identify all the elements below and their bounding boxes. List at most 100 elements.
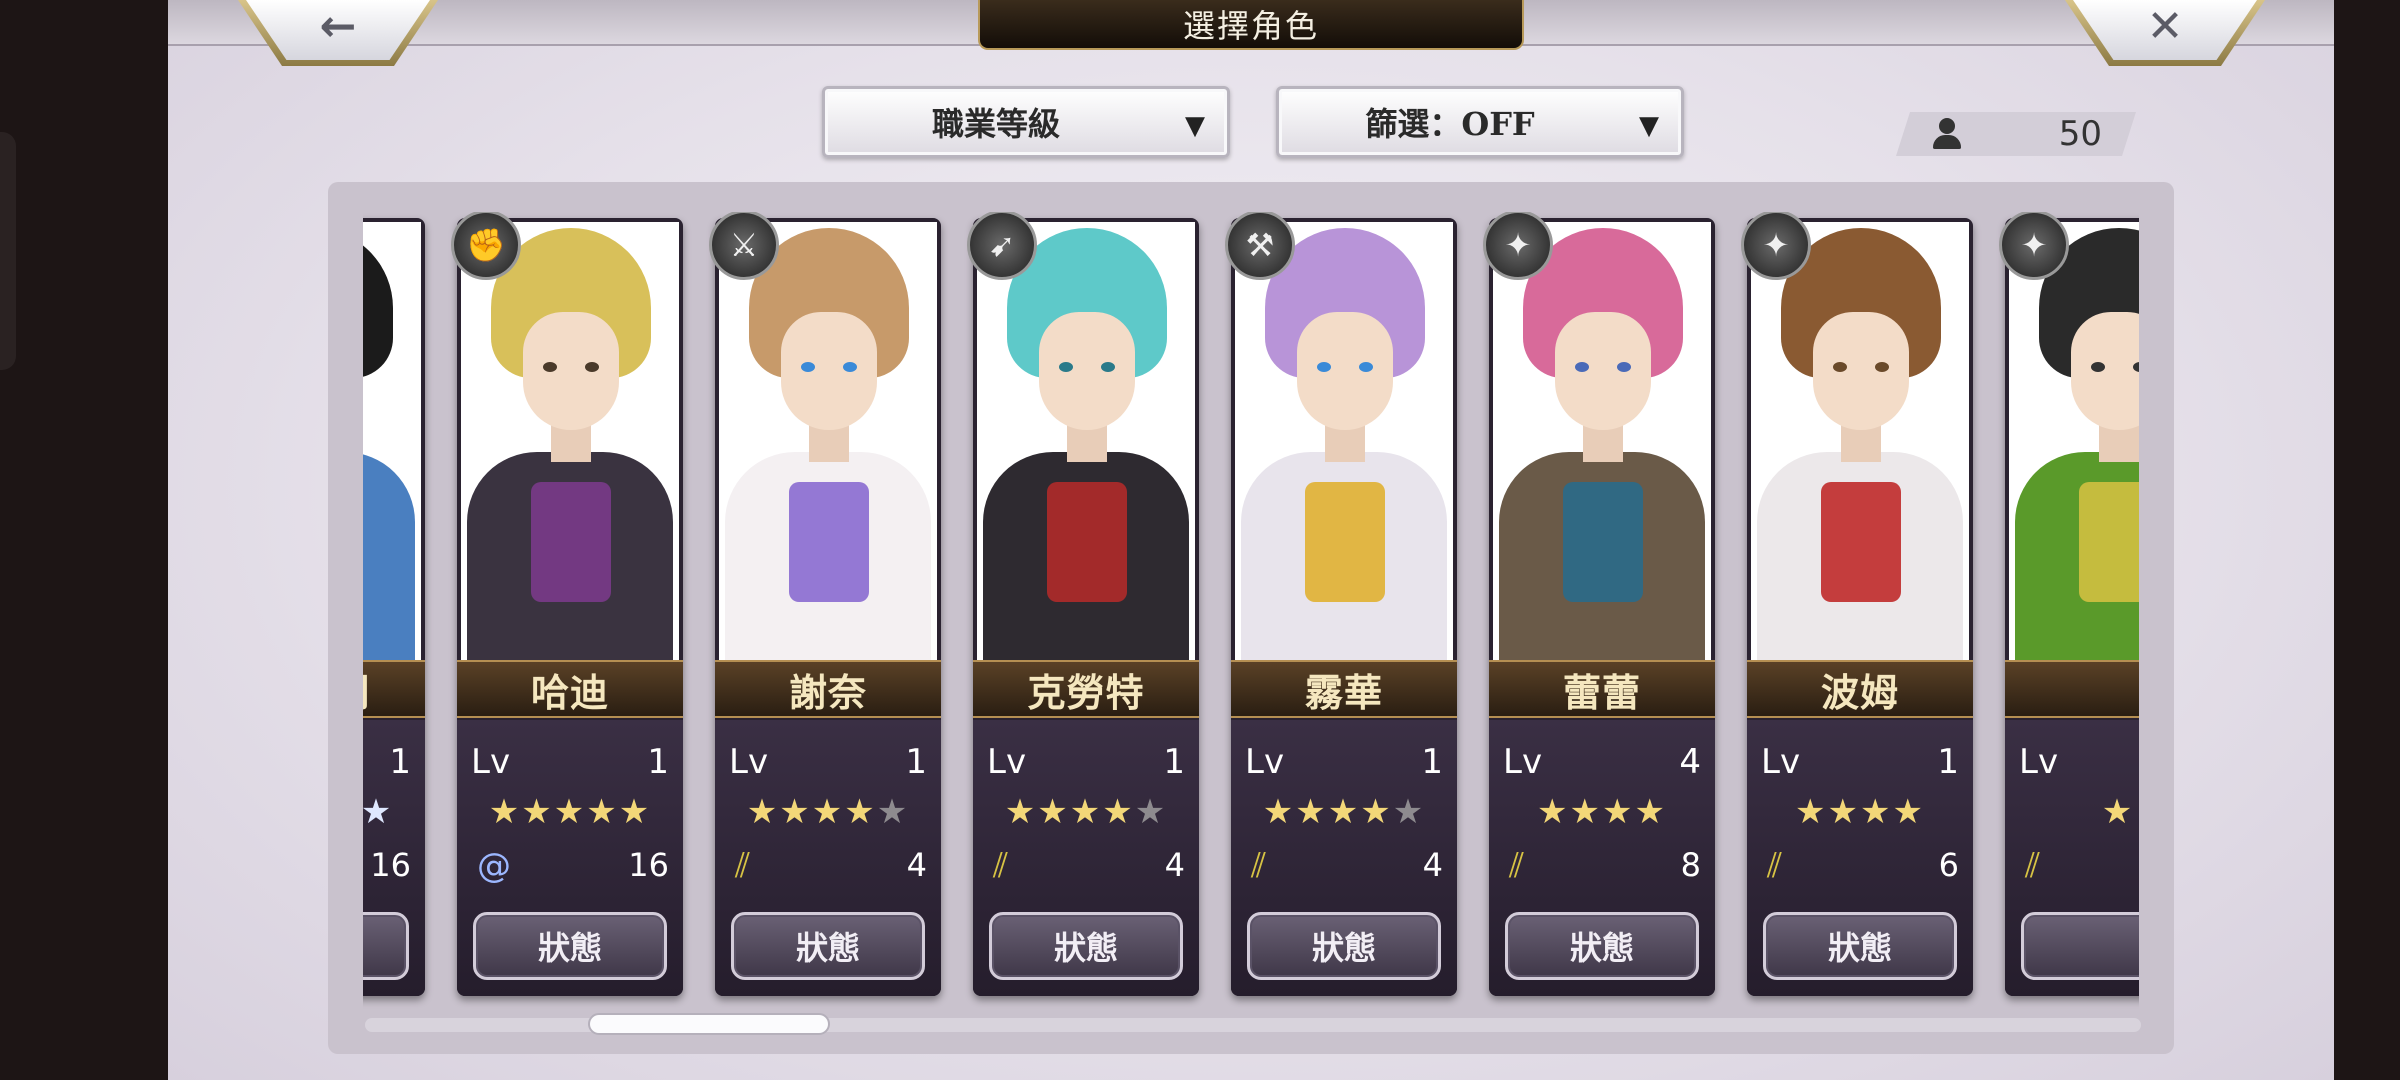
level-value: 1 [1163, 742, 1185, 782]
status-button-label: 狀態 [1311, 929, 1376, 967]
character-card[interactable]: 哈迪 Lv 1 ★★★★★ @16 狀態 [457, 218, 683, 996]
star-icon: ★ [844, 792, 877, 832]
element-value: 4 [1164, 846, 1185, 884]
star-icon: ★ [363, 792, 394, 832]
star-icon: ★ [779, 792, 812, 832]
character-card[interactable]: 霧華 Lv 1 ★★★★★ ⫽ 4 狀態 [1231, 218, 1457, 996]
character-name: 克勞特 [1027, 669, 1145, 715]
star-icon: ★ [1569, 792, 1602, 832]
element-row: ⫽ 4 [729, 846, 927, 886]
star-icon: ★ [1892, 792, 1925, 832]
star-icon: ★ [2101, 792, 2135, 832]
close-icon: ✕ [2073, 0, 2257, 60]
level-value: 4 [1679, 742, 1701, 782]
portrait-outfit [363, 452, 415, 660]
character-card[interactable]: 波姆 Lv 1 ★★★★ ⫽ 6 狀態 [1747, 218, 1973, 996]
character-card-list[interactable]: 貝特朗1★★★★★16狀態哈迪Lv1★★★★★@16狀態✊謝奈Lv1★★★★★⫽… [363, 212, 2139, 1012]
portrait-eye [1101, 362, 1115, 372]
level-row: Lv 1 [471, 742, 669, 782]
star-icon: ★ [618, 792, 652, 832]
element-row: 16 [363, 846, 411, 886]
level-row: 1 [363, 742, 411, 782]
page-title: 選擇角色 [1182, 7, 1319, 45]
character-card[interactable]: 蕾蕾 Lv 4 ★★★★ ⫽ 8 狀態 [1489, 218, 1715, 996]
star-icon: ★ [1634, 792, 1667, 832]
portrait-eye [1059, 362, 1073, 372]
portrait-eye [1833, 362, 1847, 372]
star-icon: ★ [1795, 792, 1828, 832]
back-button[interactable]: ← [238, 0, 438, 66]
right-bezel [2334, 0, 2400, 1080]
portrait-eye [2091, 362, 2105, 372]
level-value: 1 [1421, 742, 1443, 782]
character-stats: Lv 1 ★★★★ ⫽ 6 狀態 [1747, 720, 1973, 996]
status-button[interactable]: 狀態 [473, 912, 667, 980]
chevron-down-icon: ▼ [1185, 111, 1205, 141]
star-icon: ★ [1004, 792, 1038, 832]
bow-class-icon: ➹ [967, 212, 1037, 280]
status-button[interactable]: 狀態 [1505, 912, 1699, 980]
level-value: 1 [389, 742, 411, 782]
star-rating: ★★★★★ [363, 792, 425, 832]
portrait-eye [585, 362, 599, 372]
star-rating: ★★★★★ [457, 792, 683, 832]
character-name-band: 哈迪 [457, 660, 683, 718]
character-name: 哈迪 [530, 669, 609, 715]
portrait-eye [1317, 362, 1331, 372]
star-icon: ★ [488, 792, 522, 832]
level-label: Lv [1761, 742, 1801, 782]
status-button[interactable]: 狀態 [363, 912, 409, 980]
status-button[interactable]: 狀態 [731, 912, 925, 980]
star-icon: ★ [1360, 792, 1393, 832]
portrait-accent [1821, 482, 1901, 602]
character-portrait [1493, 222, 1711, 660]
element-row: ⫽ 4 [987, 846, 1185, 886]
level-row: Lv 4 [1503, 742, 1701, 782]
character-card[interactable]: 克勞特 Lv 1 ★★★★★ ⫽ 4 狀態 [973, 218, 1199, 996]
character-name: 蕾蕾 [1562, 669, 1641, 715]
filter-dropdown[interactable]: 篩選：OFF ▼ [1276, 86, 1684, 158]
level-row: Lv [2019, 742, 2139, 782]
star-rating: ★★★★ [1747, 792, 1973, 832]
staff-class-icon: ✦ [1483, 212, 1553, 280]
portrait-eye [843, 362, 857, 372]
portrait-eye [1359, 362, 1373, 372]
status-button-label: 狀態 [795, 929, 860, 967]
character-stats: Lv 4 ★★★★ ⫽ 8 狀態 [1489, 720, 1715, 996]
portrait-eye [1875, 362, 1889, 372]
status-button-label: 狀態 [1569, 929, 1634, 967]
status-button[interactable]: 狀態 [1247, 912, 1441, 980]
level-label: Lv [987, 742, 1027, 782]
level-label: Lv [471, 742, 511, 782]
level-label: Lv [729, 742, 769, 782]
star-icon: ★ [1537, 792, 1570, 832]
portrait-accent [1305, 482, 1385, 602]
element-value: 16 [628, 846, 669, 884]
wind-element-icon: ⫽ [1509, 846, 1525, 886]
character-name: 霧華 [1304, 669, 1383, 715]
character-card[interactable]: 謝奈 Lv 1 ★★★★★ ⫽ 4 狀態 [715, 218, 941, 996]
portrait-face [523, 312, 619, 430]
scrollbar-thumb[interactable] [588, 1013, 830, 1035]
status-button[interactable]: 狀態 [1763, 912, 1957, 980]
character-portrait [977, 222, 1195, 660]
character-card[interactable]: 貝特朗 1 ★★★★★ 16 狀態 [363, 218, 425, 996]
element-row: ⫽ 6 [1761, 846, 1959, 886]
portrait-face [781, 312, 877, 430]
star-icon: ★ [1327, 792, 1361, 832]
sort-dropdown[interactable]: 職業等級 ▼ [822, 86, 1230, 158]
portrait-hair [363, 228, 393, 378]
portrait-face [1039, 312, 1135, 430]
character-card[interactable]: Lv ★ ⫽ [2005, 218, 2139, 996]
status-button[interactable] [2021, 912, 2139, 980]
level-label: Lv [1503, 742, 1543, 782]
character-stats: Lv 1 ★★★★★ ⫽ 4 狀態 [973, 720, 1199, 996]
hammer-class-icon: ⚒ [1225, 212, 1295, 280]
star-rating: ★★★★★ [715, 792, 941, 832]
status-button[interactable]: 狀態 [989, 912, 1183, 980]
star-rating: ★ [2005, 792, 2139, 832]
character-portrait [363, 222, 421, 660]
character-name-band: 波姆 [1747, 660, 1973, 718]
fist-class-icon: ✊ [451, 212, 521, 280]
close-button[interactable]: ✕ [2065, 0, 2265, 66]
